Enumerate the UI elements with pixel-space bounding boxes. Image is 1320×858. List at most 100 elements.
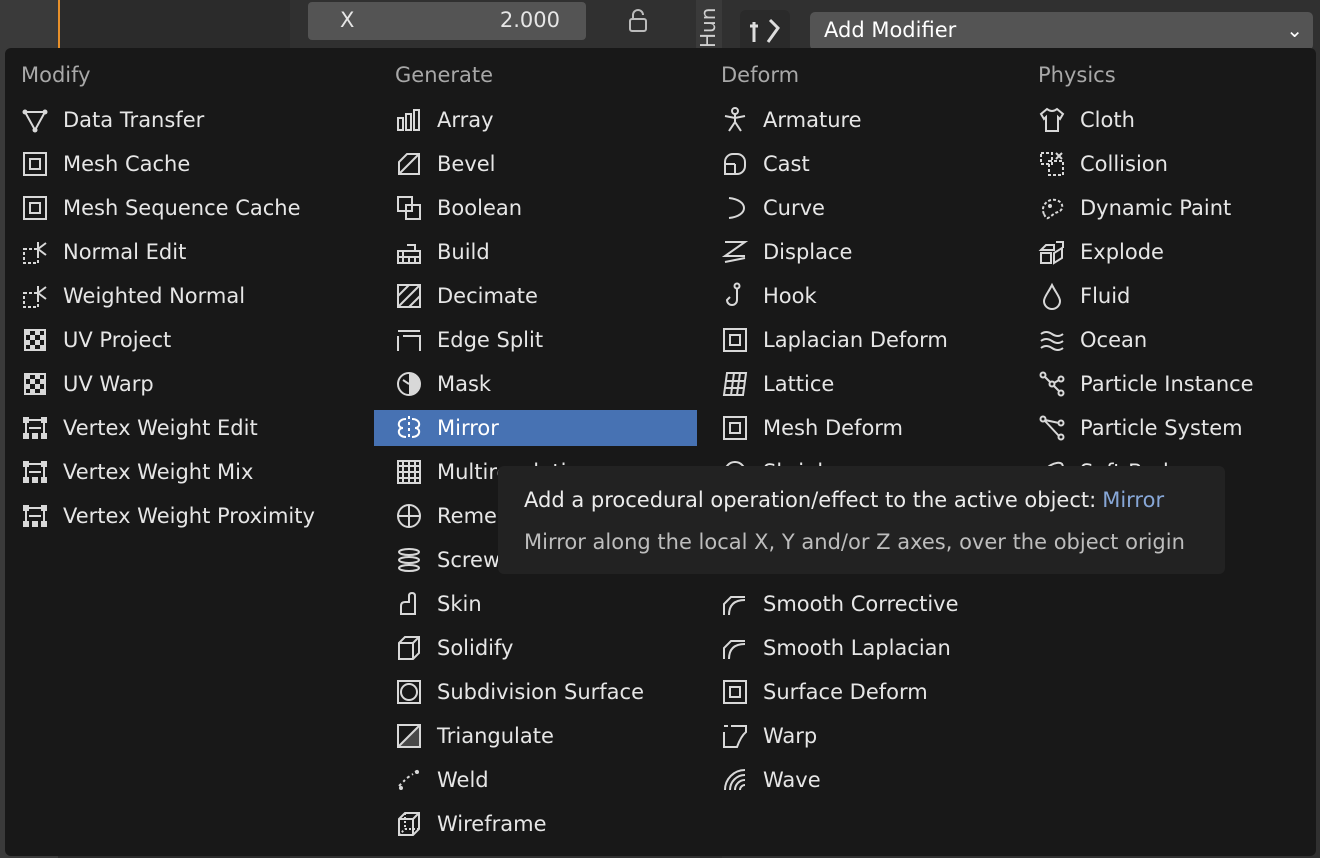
decimate-icon bbox=[395, 282, 423, 310]
wave-icon bbox=[721, 766, 749, 794]
menu-item-weighted-normal[interactable]: Weighted Normal bbox=[21, 278, 361, 314]
menu-item-label: Mirror bbox=[437, 416, 499, 440]
mesh-sequence-cache-icon bbox=[21, 194, 49, 222]
menu-item-explode[interactable]: Explode bbox=[1038, 234, 1308, 270]
menu-item-wireframe[interactable]: Wireframe bbox=[395, 806, 703, 842]
menu-item-particle-system[interactable]: Particle System bbox=[1038, 410, 1308, 446]
menu-item-collision[interactable]: Collision bbox=[1038, 146, 1308, 182]
tooltip-description: Mirror along the local X, Y and/or Z axe… bbox=[524, 530, 1185, 554]
cast-icon bbox=[721, 150, 749, 178]
menu-item-label: Array bbox=[437, 108, 494, 132]
sidebar-tab[interactable]: Hun bbox=[696, 0, 722, 48]
menu-item-mask[interactable]: Mask bbox=[395, 366, 703, 402]
menu-item-wave[interactable]: Wave bbox=[721, 762, 1021, 798]
menu-item-label: Mask bbox=[437, 372, 492, 396]
menu-item-vertex-weight-edit[interactable]: Vertex Weight Edit bbox=[21, 410, 361, 446]
warp-icon bbox=[721, 722, 749, 750]
armature-icon bbox=[721, 106, 749, 134]
menu-item-label: Decimate bbox=[437, 284, 538, 308]
menu-item-build[interactable]: Build bbox=[395, 234, 703, 270]
menu-item-uv-project[interactable]: UV Project bbox=[21, 322, 361, 358]
column-heading: Generate bbox=[395, 63, 494, 87]
explode-icon bbox=[1038, 238, 1066, 266]
menu-item-label: Surface Deform bbox=[763, 680, 928, 704]
menu-item-bevel[interactable]: Bevel bbox=[395, 146, 703, 182]
column-heading: Deform bbox=[721, 63, 800, 87]
mask-icon bbox=[395, 370, 423, 398]
menu-item-label: Armature bbox=[763, 108, 862, 132]
menu-item-warp[interactable]: Warp bbox=[721, 718, 1021, 754]
menu-item-label: Particle System bbox=[1080, 416, 1243, 440]
menu-item-displace[interactable]: Displace bbox=[721, 234, 1021, 270]
bevel-icon bbox=[395, 150, 423, 178]
menu-item-label: Curve bbox=[763, 196, 825, 220]
menu-item-uv-warp[interactable]: UV Warp bbox=[21, 366, 361, 402]
curve-icon bbox=[721, 194, 749, 222]
menu-item-particle-instance[interactable]: Particle Instance bbox=[1038, 366, 1308, 402]
add-modifier-menu: Modify Data Transfer Mesh Cache Mesh Sequen… bbox=[5, 48, 1316, 856]
menu-item-normal-edit[interactable]: Normal Edit bbox=[21, 234, 361, 270]
menu-item-lattice[interactable]: Lattice bbox=[721, 366, 1021, 402]
vertex-weight-proximity-icon bbox=[21, 502, 49, 530]
menu-item-label: Hook bbox=[763, 284, 817, 308]
menu-item-label: Cloth bbox=[1080, 108, 1135, 132]
menu-item-triangulate[interactable]: Triangulate bbox=[395, 718, 703, 754]
menu-item-boolean[interactable]: Boolean bbox=[395, 190, 703, 226]
menu-item-mesh-deform[interactable]: Mesh Deform bbox=[721, 410, 1021, 446]
menu-item-mesh-sequence-cache[interactable]: Mesh Sequence Cache bbox=[21, 190, 361, 226]
menu-item-array[interactable]: Array bbox=[395, 102, 703, 138]
menu-item-subdivision-surface[interactable]: Subdivision Surface bbox=[395, 674, 703, 710]
smooth-corrective-icon bbox=[721, 590, 749, 618]
remesh-icon bbox=[395, 502, 423, 530]
location-x-field[interactable]: X 2.000 bbox=[308, 2, 586, 40]
dynamic-paint-icon bbox=[1038, 194, 1066, 222]
menu-item-cloth[interactable]: Cloth bbox=[1038, 102, 1308, 138]
menu-item-smooth-corrective[interactable]: Smooth Corrective bbox=[721, 586, 1021, 622]
mesh-cache-icon bbox=[21, 150, 49, 178]
lock-icon[interactable] bbox=[624, 6, 654, 36]
menu-item-label: Screw bbox=[437, 548, 501, 572]
mirror-icon bbox=[395, 414, 423, 442]
menu-item-data-transfer[interactable]: Data Transfer bbox=[21, 102, 361, 138]
menu-item-curve[interactable]: Curve bbox=[721, 190, 1021, 226]
menu-item-label: Displace bbox=[763, 240, 853, 264]
uv-project-icon bbox=[21, 326, 49, 354]
menu-item-vertex-weight-proximity[interactable]: Vertex Weight Proximity bbox=[21, 498, 361, 534]
menu-item-weld[interactable]: Weld bbox=[395, 762, 703, 798]
menu-item-dynamic-paint[interactable]: Dynamic Paint bbox=[1038, 190, 1308, 226]
wireframe-icon bbox=[395, 810, 423, 838]
menu-item-label: Weld bbox=[437, 768, 489, 792]
add-modifier-dropdown[interactable]: Add Modifier ⌄ bbox=[810, 12, 1313, 50]
collision-icon bbox=[1038, 150, 1066, 178]
menu-item-label: Normal Edit bbox=[63, 240, 187, 264]
menu-item-skin[interactable]: Skin bbox=[395, 586, 703, 622]
menu-item-decimate[interactable]: Decimate bbox=[395, 278, 703, 314]
menu-item-label: Solidify bbox=[437, 636, 514, 660]
menu-item-armature[interactable]: Armature bbox=[721, 102, 1021, 138]
menu-item-mirror[interactable]: Mirror bbox=[374, 410, 697, 446]
menu-item-cast[interactable]: Cast bbox=[721, 146, 1021, 182]
hook-icon bbox=[721, 282, 749, 310]
menu-item-label: UV Project bbox=[63, 328, 172, 352]
menu-item-label: UV Warp bbox=[63, 372, 154, 396]
boolean-icon bbox=[395, 194, 423, 222]
weld-icon bbox=[395, 766, 423, 794]
menu-item-smooth-laplacian[interactable]: Smooth Laplacian bbox=[721, 630, 1021, 666]
menu-item-label: Vertex Weight Mix bbox=[63, 460, 254, 484]
smooth-laplacian-icon bbox=[721, 634, 749, 662]
menu-item-vertex-weight-mix[interactable]: Vertex Weight Mix bbox=[21, 454, 361, 490]
menu-item-hook[interactable]: Hook bbox=[721, 278, 1021, 314]
menu-item-label: Warp bbox=[763, 724, 818, 748]
menu-item-laplacian-deform[interactable]: Laplacian Deform bbox=[721, 322, 1021, 358]
menu-item-mesh-cache[interactable]: Mesh Cache bbox=[21, 146, 361, 182]
menu-item-surface-deform[interactable]: Surface Deform bbox=[721, 674, 1021, 710]
chevron-down-icon: ⌄ bbox=[1286, 18, 1303, 42]
menu-item-solidify[interactable]: Solidify bbox=[395, 630, 703, 666]
menu-item-edge-split[interactable]: Edge Split bbox=[395, 322, 703, 358]
multiresolution-icon bbox=[395, 458, 423, 486]
menu-item-ocean[interactable]: Ocean bbox=[1038, 322, 1308, 358]
menu-item-label: Vertex Weight Edit bbox=[63, 416, 258, 440]
normal-edit-icon bbox=[21, 238, 49, 266]
menu-item-fluid[interactable]: Fluid bbox=[1038, 278, 1308, 314]
menu-item-label: Build bbox=[437, 240, 490, 264]
